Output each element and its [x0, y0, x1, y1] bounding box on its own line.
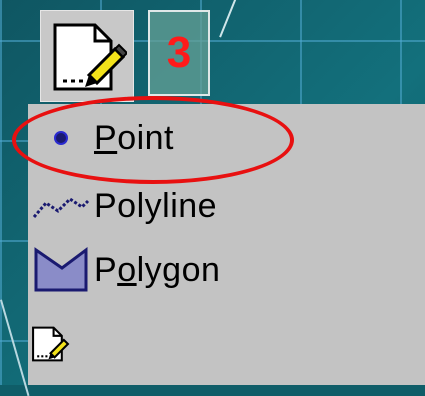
menu-item-edit-feature[interactable]: [28, 318, 425, 370]
edit-feature-icon: [28, 324, 72, 364]
step-number: 3: [166, 28, 192, 77]
menu-item-label: Point: [94, 118, 175, 157]
menu-item-point[interactable]: Point: [28, 106, 425, 170]
edit-feature-icon: [53, 23, 127, 91]
menu-item-polygon[interactable]: Polygon: [28, 238, 425, 302]
polygon-icon: [28, 246, 94, 294]
edit-tool-button[interactable]: [40, 10, 134, 102]
point-icon: [28, 130, 94, 146]
menu-item-label: Polyline: [94, 186, 218, 225]
step-number-badge: 3: [148, 10, 210, 96]
feature-type-menu: Point Polyline Polygon: [28, 104, 425, 385]
menu-item-polyline[interactable]: Polyline: [28, 174, 425, 238]
polyline-icon: [28, 191, 94, 221]
menu-item-label: Polygon: [94, 250, 221, 289]
